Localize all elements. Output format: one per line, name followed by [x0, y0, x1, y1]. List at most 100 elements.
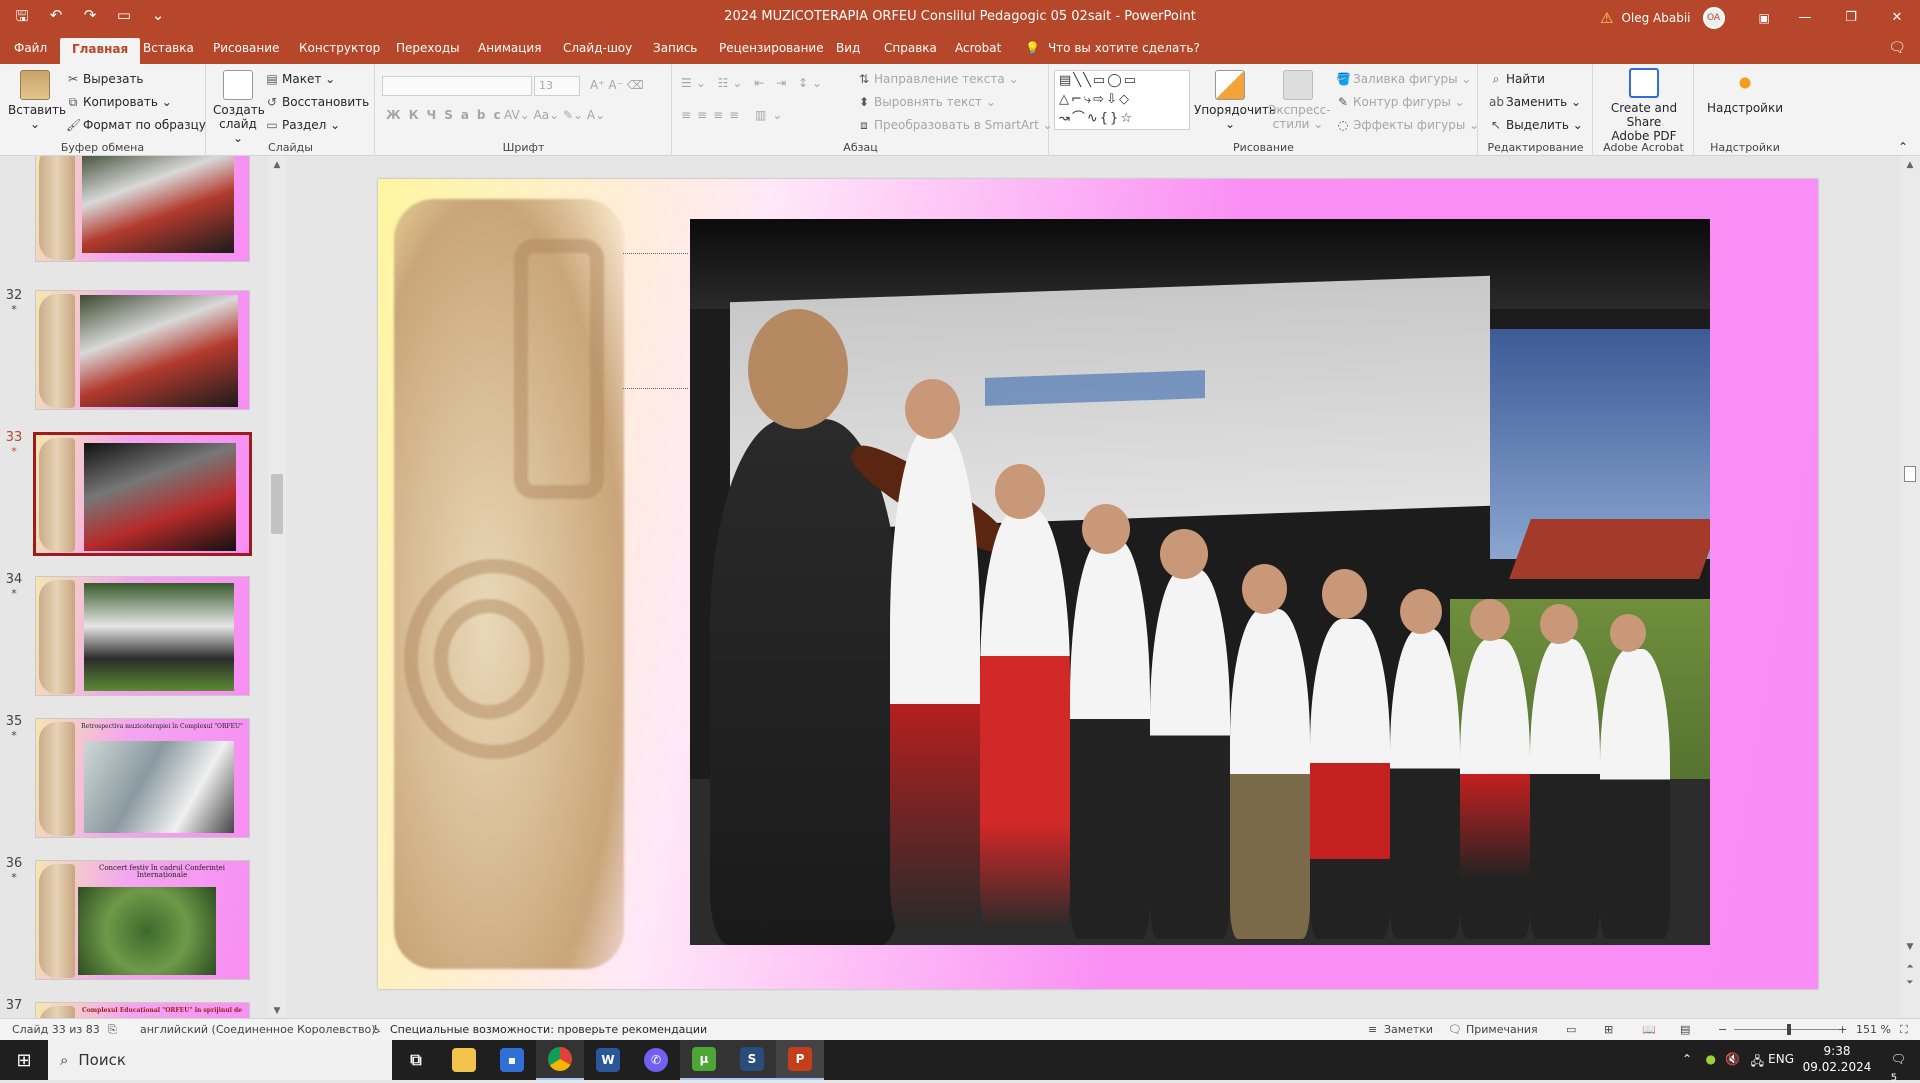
customize-qat-icon[interactable]: ⌄ [148, 6, 168, 31]
arrange-button[interactable]: Упорядочить ⌄ [1194, 70, 1276, 131]
editor-scrollbar[interactable]: ▲ ▼ ⏶ ⏷ [1900, 156, 1920, 1018]
save-icon[interactable]: 🖫 [12, 6, 32, 31]
viber-icon[interactable]: ✆ [632, 1040, 680, 1080]
slide-canvas[interactable] [378, 179, 1818, 989]
notes-button[interactable]: Заметки [1384, 1023, 1433, 1036]
shape-fill-button[interactable]: 🪣 Заливка фигуры ⌄ [1336, 72, 1471, 86]
tab-file[interactable]: Файл [14, 41, 47, 55]
font-size-input[interactable]: 13 [534, 76, 580, 96]
network-icon[interactable]: 🖧 [1751, 1052, 1764, 1073]
restore-button[interactable]: ❐ [1828, 0, 1874, 34]
zoom-out-icon[interactable]: − [1718, 1023, 1727, 1036]
windows-start-icon[interactable]: ⊞ [0, 1040, 48, 1080]
powerpoint-icon[interactable]: P [776, 1040, 824, 1080]
thumbnail-scrollbar[interactable]: ▲ ▼ [268, 156, 286, 1018]
scrollbar-thumb[interactable] [271, 474, 283, 534]
avatar[interactable]: OA [1702, 7, 1725, 29]
zoom-level[interactable]: 151 % [1856, 1023, 1891, 1036]
input-language[interactable]: ENG [1768, 1052, 1794, 1066]
app-icon[interactable]: S [728, 1040, 776, 1080]
font-name-input[interactable] [382, 76, 532, 96]
create-pdf-button[interactable]: Create and Share Adobe PDF [1596, 68, 1692, 143]
paste-button[interactable]: Вставить ⌄ [8, 70, 66, 131]
scroll-up-icon[interactable]: ▲ [1900, 160, 1920, 170]
collapse-ribbon-icon[interactable]: ⌃ [1898, 140, 1908, 154]
tab-review[interactable]: Рецензирование [719, 41, 824, 55]
scroll-down-icon[interactable]: ▼ [268, 1006, 286, 1016]
zoom-in-icon[interactable]: + [1838, 1023, 1847, 1036]
replace-button[interactable]: ab Заменить ⌄ [1489, 95, 1581, 109]
ribbon-display-icon[interactable]: ▣ [1759, 11, 1770, 25]
reset-button[interactable]: ↺ Восстановить [265, 95, 369, 109]
user-name[interactable]: Oleg Ababii [1621, 11, 1690, 25]
accessibility-status[interactable]: Специальные возможности: проверьте реком… [390, 1023, 707, 1036]
spacing-case-icons[interactable]: AV⌄ Aa⌄ ✎⌄ A⌄ [504, 108, 605, 122]
fit-slide-icon[interactable]: ⛶ [1900, 1023, 1908, 1037]
file-explorer-icon[interactable] [440, 1040, 488, 1080]
copy-button[interactable]: ⧉ Копировать ⌄ [66, 95, 172, 110]
minimize-button[interactable]: — [1782, 0, 1828, 34]
reading-view-icon[interactable]: 📖 [1642, 1023, 1656, 1036]
slide-sorter-icon[interactable]: ⊞ [1604, 1023, 1613, 1036]
slide-photo-orchestra[interactable] [690, 219, 1710, 945]
comments-icon[interactable]: 🗨 [1888, 40, 1906, 56]
layout-button[interactable]: ▤ Макет ⌄ [265, 72, 335, 86]
tray-app-icon[interactable]: ● [1706, 1052, 1716, 1066]
scroll-up-icon[interactable]: ▲ [268, 160, 286, 170]
text-direction-button[interactable]: ⇅ Направление текста ⌄ [857, 72, 1019, 86]
tell-me-search[interactable]: 💡 Что вы хотите сделать? [1025, 41, 1200, 55]
section-button[interactable]: ▭ Раздел ⌄ [265, 118, 340, 132]
clock[interactable]: 9:38 09.02.2024 [1802, 1043, 1872, 1075]
tab-animations[interactable]: Анимация [478, 41, 541, 55]
tab-slideshow[interactable]: Слайд-шоу [563, 41, 632, 55]
addins-button[interactable]: Надстройки [1697, 68, 1793, 115]
tab-draw[interactable]: Рисование [213, 41, 279, 55]
comments-button[interactable]: Примечания [1466, 1023, 1538, 1036]
tab-acrobat[interactable]: Acrobat [955, 41, 1001, 55]
list-icons[interactable]: ☰⌄ ☷⌄ ⇤ ⇥ ↕⌄ [681, 76, 826, 90]
shapes-gallery[interactable]: ▤╲╲▭◯▭ △⌐⤷⇨⇩◇ ↝⌒∿{}☆ [1054, 70, 1190, 130]
tab-design[interactable]: Конструктор [299, 41, 380, 55]
scrollbar-thumb[interactable] [1904, 466, 1916, 482]
warning-icon[interactable]: ⚠ [1600, 9, 1613, 27]
format-painter-button[interactable]: 🖌 Формат по образцу [66, 118, 206, 132]
shape-effects-button[interactable]: ◌ Эффекты фигуры ⌄ [1336, 118, 1480, 132]
taskbar-search[interactable]: ⌕ Поиск [48, 1040, 392, 1080]
cut-button[interactable]: ✂ Вырезать [66, 72, 144, 86]
notifications-icon[interactable]: 🗨5 [1891, 1052, 1906, 1083]
language-indicator[interactable]: английский (Соединенное Королевство) [140, 1023, 376, 1036]
tab-record[interactable]: Запись [653, 41, 697, 55]
next-slide-icon[interactable]: ⏷ [1900, 978, 1920, 988]
smartart-button[interactable]: ⧈ Преобразовать в SmartArt ⌄ [857, 118, 1053, 133]
quick-styles-button[interactable]: Экспресс-стили ⌄ [1268, 70, 1331, 131]
save-app-icon[interactable]: ▪ [488, 1040, 536, 1080]
select-button[interactable]: ↖ Выделить ⌄ [1489, 118, 1583, 132]
align-icons[interactable]: ≡≡≡≡ ▥⌄ [681, 108, 788, 122]
slideshow-icon[interactable]: ▤ [1680, 1023, 1690, 1036]
zoom-slider-thumb[interactable] [1787, 1024, 1791, 1035]
chrome-icon[interactable] [536, 1040, 584, 1080]
grow-font-icon[interactable]: A⁺ A⁻ ⌫ [590, 78, 644, 92]
utorrent-icon[interactable]: µ [680, 1040, 728, 1080]
align-text-button[interactable]: ⬍ Выровнять текст ⌄ [857, 95, 996, 109]
volume-icon[interactable]: 🔇 [1725, 1052, 1740, 1066]
normal-view-icon[interactable]: ▭ [1566, 1023, 1576, 1036]
present-icon[interactable]: ▭ [114, 6, 134, 31]
find-button[interactable]: ⌕ Найти [1489, 72, 1545, 87]
task-view-icon[interactable]: ⧉ [392, 1040, 440, 1080]
undo-icon[interactable]: ↶ [46, 6, 66, 31]
new-slide-button[interactable]: Создать слайд ⌄ [213, 70, 265, 145]
tab-view[interactable]: Вид [836, 41, 860, 55]
redo-icon[interactable]: ↷ [80, 6, 100, 31]
close-button[interactable]: ✕ [1874, 0, 1920, 34]
tab-insert[interactable]: Вставка [143, 41, 194, 55]
scroll-down-icon[interactable]: ▼ [1900, 942, 1920, 952]
tray-chevron-icon[interactable]: ⌃ [1682, 1052, 1692, 1066]
tab-help[interactable]: Справка [884, 41, 937, 55]
tab-transitions[interactable]: Переходы [396, 41, 460, 55]
word-icon[interactable]: W [584, 1040, 632, 1080]
font-format-icons[interactable]: ЖКЧSabc [386, 108, 509, 122]
prev-slide-icon[interactable]: ⏶ [1900, 962, 1920, 972]
tab-home[interactable]: Главная [60, 38, 141, 64]
spellcheck-icon[interactable]: ⎘ [108, 1023, 117, 1037]
